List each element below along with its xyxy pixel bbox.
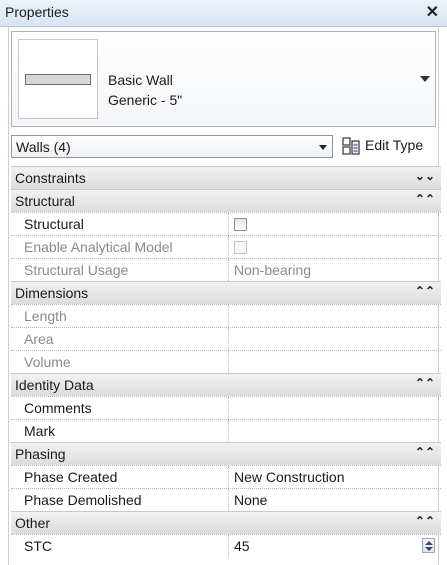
edit-type-icon	[342, 137, 360, 155]
property-name: Phase Created	[11, 466, 229, 488]
chevron-down-icon	[319, 145, 327, 150]
property-value-cell[interactable]	[230, 213, 441, 235]
property-row-length: Length	[11, 304, 441, 327]
phase-created-value: New Construction	[234, 469, 345, 485]
section-label: Structural	[15, 193, 75, 209]
type-family-label: Basic Wall	[108, 72, 173, 88]
property-name: Phase Demolished	[11, 489, 229, 511]
property-value-cell	[230, 351, 441, 373]
enable-analytical-model-checkbox	[234, 241, 247, 254]
type-name-label: Generic - 5"	[108, 92, 183, 108]
property-value-cell[interactable]: New Construction	[230, 466, 441, 488]
expand-icon[interactable]: ⌄⌄	[415, 169, 435, 183]
section-dimensions[interactable]: Dimensions ⌃⌃	[11, 281, 441, 304]
property-row-structural-usage: Structural Usage Non-bearing	[11, 258, 441, 281]
property-row-enable-analytical-model: Enable Analytical Model	[11, 235, 441, 258]
section-constraints[interactable]: Constraints ⌄⌄	[11, 166, 441, 189]
stc-value: 45	[234, 538, 250, 554]
property-row-comments: Comments	[11, 396, 441, 419]
property-name: Enable Analytical Model	[11, 236, 229, 258]
type-selector[interactable]: Basic Wall Generic - 5"	[11, 31, 436, 127]
property-row-mark: Mark	[11, 419, 441, 442]
property-name: Structural Usage	[11, 259, 229, 281]
property-value-cell[interactable]: 45	[230, 535, 441, 557]
property-name: Volume	[11, 351, 229, 373]
property-value-cell[interactable]	[230, 420, 441, 442]
collapse-icon[interactable]: ⌃⌃	[415, 192, 435, 206]
close-icon[interactable]: ✕	[426, 2, 439, 22]
edit-type-label: Edit Type	[365, 137, 424, 153]
property-value-cell	[230, 305, 441, 327]
collapse-icon[interactable]: ⌃⌃	[415, 445, 435, 459]
properties-grid: Constraints ⌄⌄ Structural ⌃⌃ Structural Enabl…	[11, 166, 441, 557]
property-row-structural: Structural	[11, 212, 441, 235]
phase-demolished-value: None	[234, 492, 268, 508]
section-label: Constraints	[15, 170, 86, 186]
property-value-cell[interactable]	[230, 397, 441, 419]
wall-type-preview	[18, 39, 98, 119]
section-label: Dimensions	[15, 285, 89, 301]
property-value-cell: Non-bearing	[230, 259, 441, 281]
property-value-cell	[230, 328, 441, 350]
section-phasing[interactable]: Phasing ⌃⌃	[11, 442, 441, 465]
property-row-volume: Volume	[11, 350, 441, 373]
property-row-stc: STC 45	[11, 534, 441, 557]
section-other[interactable]: Other ⌃⌃	[11, 511, 441, 534]
collapse-icon[interactable]: ⌃⌃	[415, 514, 435, 528]
wall-preview-icon	[25, 74, 91, 85]
type-dropdown-arrow-icon[interactable]	[420, 76, 430, 82]
section-label: Phasing	[15, 446, 66, 462]
property-name: Area	[11, 328, 229, 350]
property-name: Structural	[11, 213, 229, 235]
property-row-area: Area	[11, 327, 441, 350]
property-row-phase-created: Phase Created New Construction	[11, 465, 441, 488]
section-identity-data[interactable]: Identity Data ⌃⌃	[11, 373, 441, 396]
property-value-cell[interactable]: None	[230, 489, 441, 511]
properties-title-bar[interactable]: Properties ✕	[0, 0, 447, 27]
spinner-icon[interactable]	[422, 538, 435, 553]
property-row-phase-demolished: Phase Demolished None	[11, 488, 441, 511]
structural-usage-value: Non-bearing	[234, 262, 312, 278]
property-name: Comments	[11, 397, 229, 419]
filter-row: Walls (4) Edit Type	[11, 133, 436, 161]
structural-checkbox[interactable]	[234, 218, 247, 231]
collapse-icon[interactable]: ⌃⌃	[415, 284, 435, 298]
property-name: Length	[11, 305, 229, 327]
section-structural[interactable]: Structural ⌃⌃	[11, 189, 441, 212]
section-label: Identity Data	[15, 377, 94, 393]
property-name: Mark	[11, 420, 229, 442]
instance-filter-value: Walls (4)	[16, 139, 71, 155]
instance-filter-dropdown[interactable]: Walls (4)	[11, 135, 333, 158]
window-title: Properties	[5, 4, 69, 20]
collapse-icon[interactable]: ⌃⌃	[415, 376, 435, 390]
section-label: Other	[15, 515, 51, 531]
property-name: STC	[11, 535, 229, 557]
property-value-cell	[230, 236, 441, 258]
